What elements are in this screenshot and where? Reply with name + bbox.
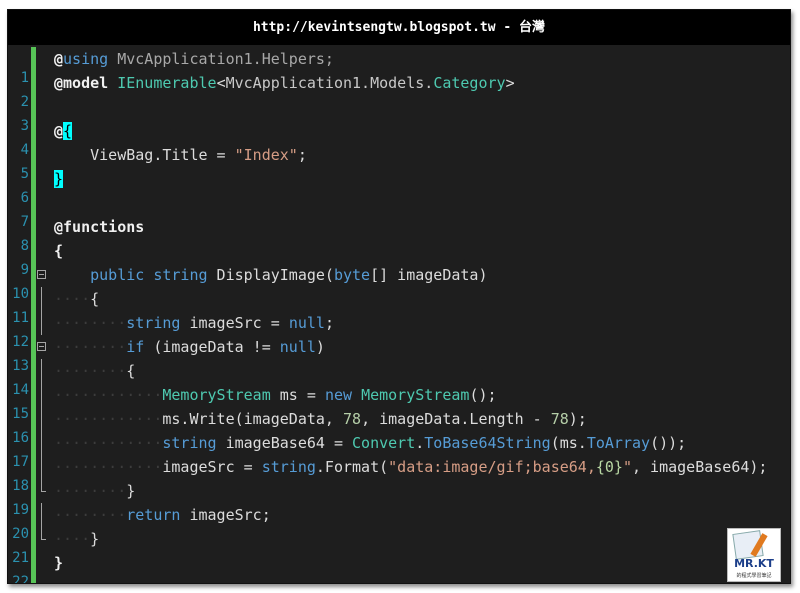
change-bar [31, 95, 36, 119]
code-text: ········} [54, 482, 136, 500]
mrkt-logo: MR.KT 的程式學習筆記 [727, 528, 781, 582]
change-bar [31, 431, 36, 455]
change-bar [31, 575, 36, 583]
code-line-19: 19 ········} [8, 479, 790, 518]
change-bar [31, 239, 36, 263]
change-bar [31, 527, 36, 551]
code-text: public string DisplayImage(byte[] imageD… [90, 266, 488, 284]
change-bar [31, 455, 36, 479]
code-line-6: 6 } [8, 167, 790, 206]
code-line-8: 8 @functions [8, 215, 790, 254]
change-bar [31, 383, 36, 407]
outline-guide [41, 383, 42, 407]
code-area: 1 @using MvcApplication1.Helpers; 2 @mod… [8, 47, 790, 583]
code-line-22: 22 } [8, 551, 790, 583]
change-bar [31, 71, 36, 95]
change-bar [31, 311, 36, 335]
outline-guide [41, 311, 42, 335]
change-bar [31, 119, 36, 143]
outline-guide [41, 287, 42, 311]
code-line-10: 10 public string DisplayImage(byte[] ima… [8, 263, 790, 302]
change-bar [31, 167, 36, 191]
code-text: ············MemoryStream ms = new Memory… [54, 386, 497, 404]
outline-guide [41, 455, 42, 479]
change-bar [31, 335, 36, 359]
code-text: ············ms.Write(imageData, 78, imag… [54, 410, 587, 428]
change-bar [31, 407, 36, 431]
code-line-7: 7 [8, 191, 790, 230]
collapse-toggle-icon[interactable] [37, 270, 46, 279]
code-line-18: 18 ············imageSrc = string.Format(… [8, 455, 790, 494]
code-text: @model IEnumerable<MvcApplication1.Model… [54, 74, 515, 92]
change-bar [31, 215, 36, 239]
code-text: ············imageSrc = string.Format("da… [54, 458, 768, 476]
code-line-13: 13 ········if (imageData != null) [8, 335, 790, 374]
code-line-4: 4 @{ [8, 119, 790, 158]
code-line-1: 1 @using MvcApplication1.Helpers; [8, 47, 790, 86]
change-bar [31, 287, 36, 311]
outline-guide-end [41, 539, 46, 540]
code-text: } [54, 167, 64, 191]
brace-highlight: { [63, 122, 73, 140]
collapse-toggle-icon[interactable] [37, 342, 46, 351]
change-bar [31, 47, 36, 71]
blog-url-banner: http://kevintsengtw.blogspot.tw - 台灣 [8, 10, 790, 45]
code-text: @functions [54, 218, 145, 236]
logo-mark: MR.KT [734, 557, 774, 570]
code-text: { [54, 242, 64, 260]
code-line-3: 3 [8, 95, 790, 134]
code-text: ViewBag.Title = "Index"; [90, 146, 307, 164]
code-text: @using MvcApplication1.Helpers; [54, 50, 334, 68]
code-line-9: 9 { [8, 239, 790, 278]
code-text: } [54, 554, 64, 572]
code-line-17: 17 ············string imageBase64 = Conv… [8, 431, 790, 470]
brace-highlight: } [54, 170, 64, 188]
code-text: ········{ [54, 362, 136, 380]
code-line-5: 5 ViewBag.Title = "Index"; [8, 143, 790, 182]
code-text: ············string imageBase64 = Convert… [54, 434, 687, 452]
code-line-11: 11 ····{ [8, 287, 790, 326]
code-editor-screenshot: http://kevintsengtw.blogspot.tw - 台灣 1 @… [7, 9, 791, 584]
code-line-23: 23 [8, 575, 790, 583]
code-line-21: 21 ····} [8, 527, 790, 566]
change-bar [31, 359, 36, 383]
outline-guide [41, 359, 42, 383]
code-line-15: 15 ············MemoryStream ms = new Mem… [8, 383, 790, 422]
code-line-14: 14 ········{ [8, 359, 790, 398]
logo-subtitle: 的程式學習筆記 [736, 573, 772, 579]
code-text: ····{ [54, 290, 100, 308]
change-bar [31, 191, 36, 215]
outline-guide [41, 479, 42, 491]
code-text: ········string imageSrc = null; [54, 314, 334, 332]
code-text: ········if (imageData != null) [54, 338, 325, 356]
code-line-16: 16 ············ms.Write(imageData, 78, i… [8, 407, 790, 446]
code-line-2: 2 @model IEnumerable<MvcApplication1.Mod… [8, 71, 790, 110]
change-bar [31, 503, 36, 527]
change-bar [31, 263, 36, 287]
code-line-12: 12 ········string imageSrc = null; [8, 311, 790, 350]
change-bar [31, 551, 36, 575]
code-line-20: 20 ········return imageSrc; [8, 503, 790, 542]
code-text: @{ [54, 122, 73, 140]
change-bar [31, 479, 36, 503]
change-bar [31, 143, 36, 167]
outline-guide-end [41, 491, 46, 492]
code-text: ····} [54, 530, 100, 548]
outline-guide [41, 503, 42, 527]
outline-guide [41, 431, 42, 455]
outline-guide [41, 527, 42, 539]
code-text: ········return imageSrc; [54, 506, 271, 524]
outline-guide [41, 407, 42, 431]
